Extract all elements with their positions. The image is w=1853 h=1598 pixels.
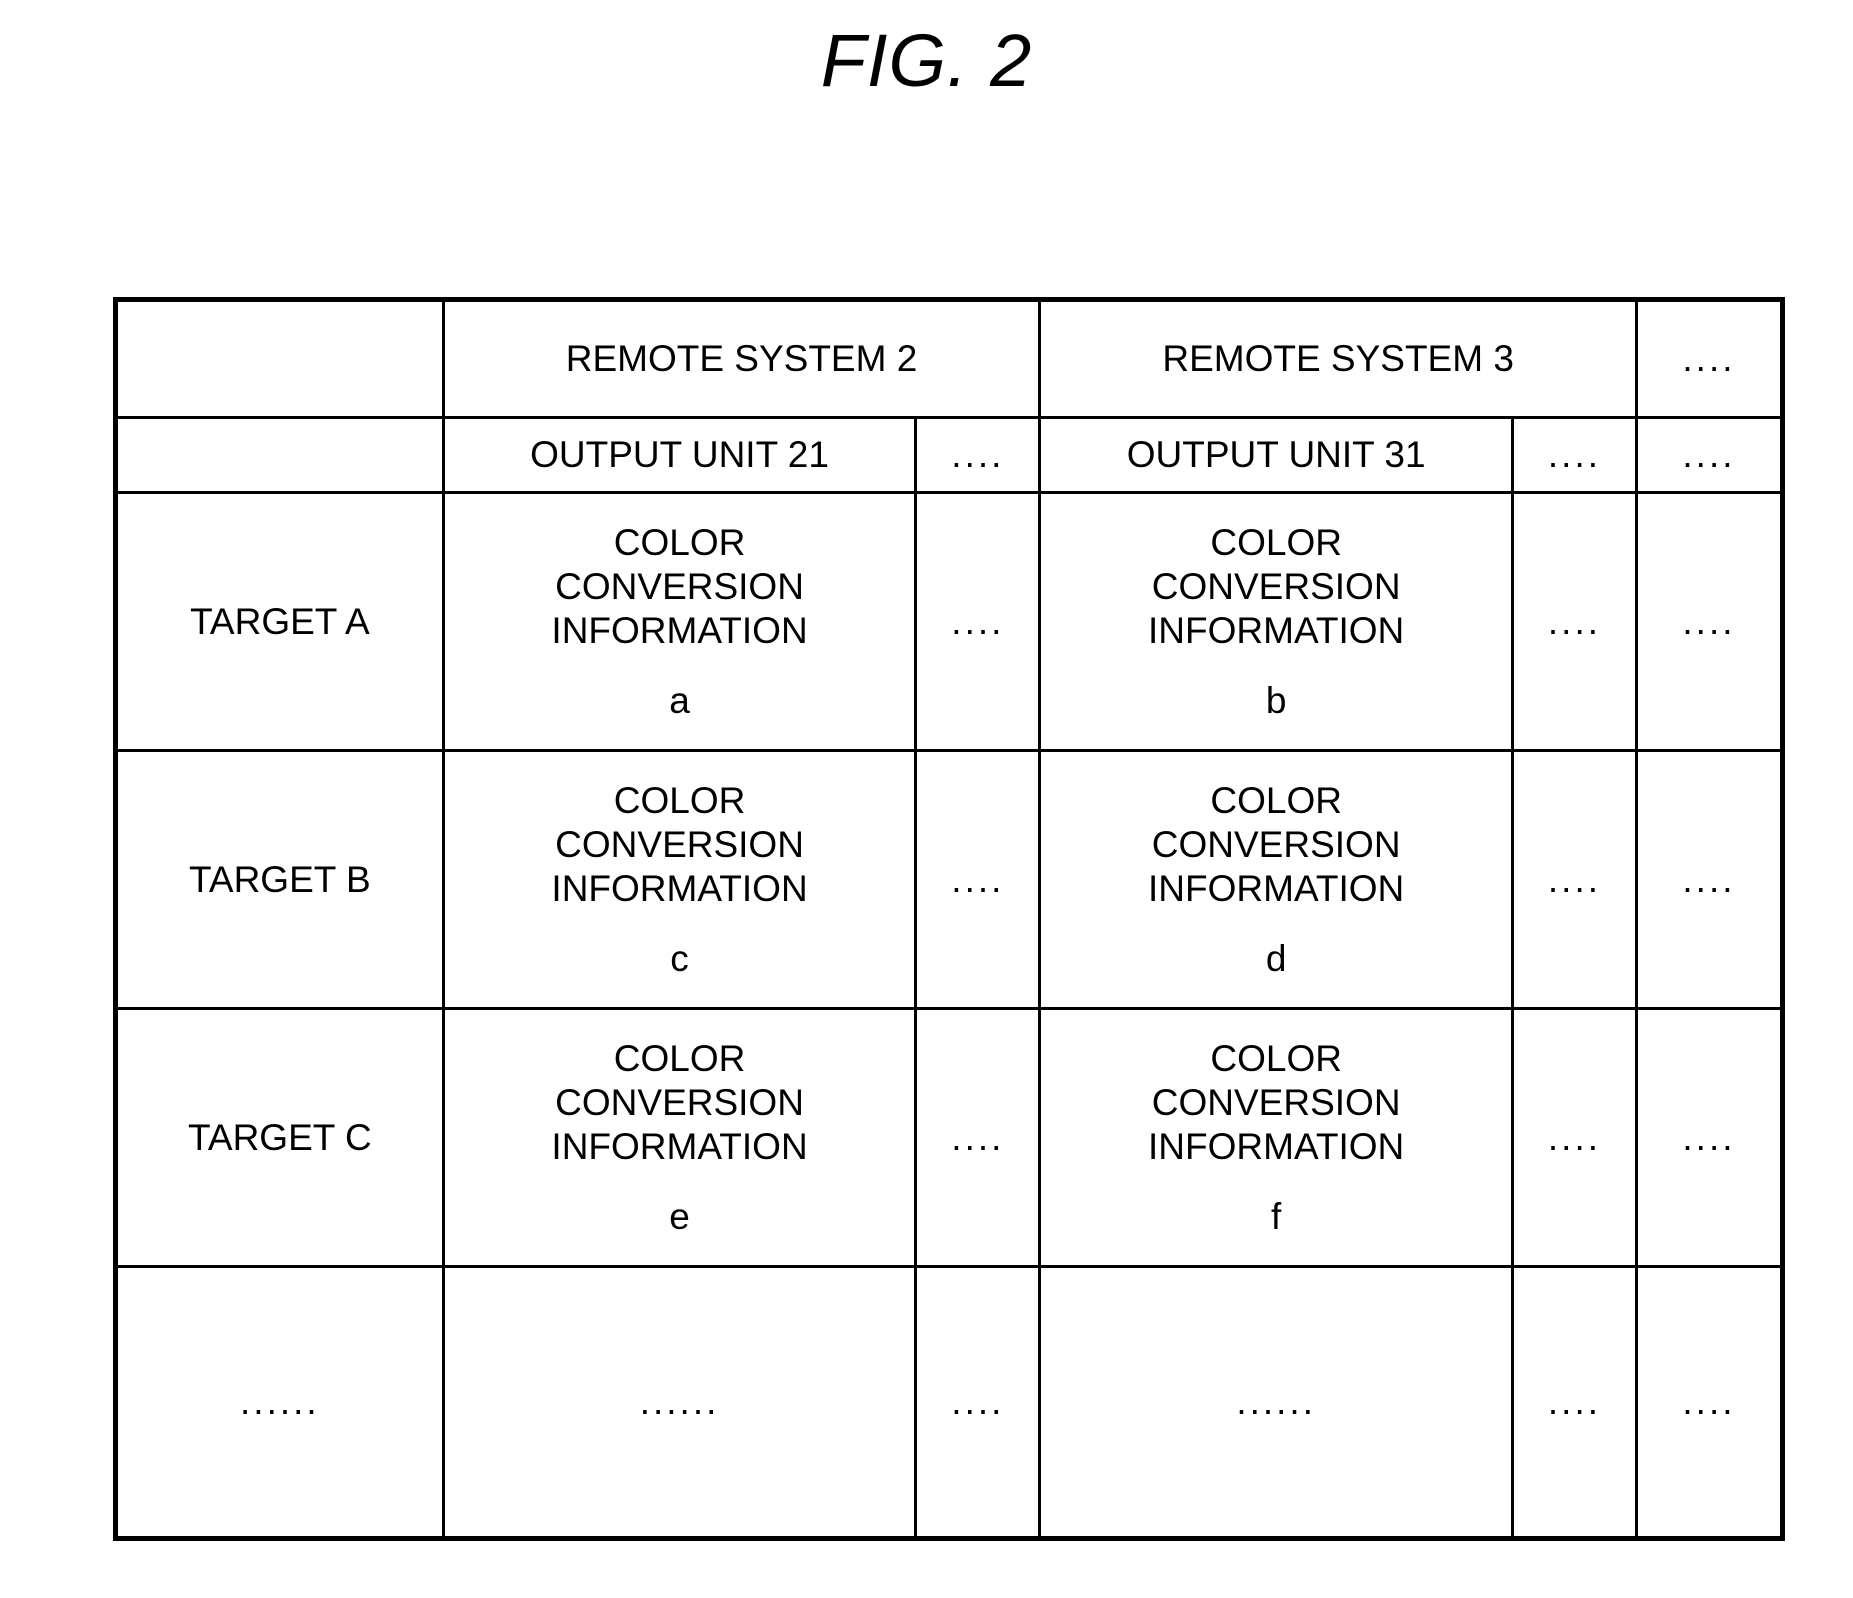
cell-text: COLOR CONVERSION INFORMATION (1148, 1037, 1405, 1167)
header-remote-system-3: REMOTE SYSTEM 3 (1038, 298, 1638, 419)
row-label-target-b: TARGET B (114, 749, 445, 1010)
cell-text: COLOR CONVERSION INFORMATION (1148, 521, 1405, 651)
figure-title: FIG. 2 (820, 19, 1033, 102)
header-systems-ellipsis: .... (1634, 298, 1785, 419)
cell-suffix: c (670, 937, 689, 979)
cell-color-conversion-info-e: COLOR CONVERSION INFORMATION e (441, 1007, 918, 1268)
row-c-ellipsis-3: .... (1634, 1007, 1785, 1268)
row-a-ellipsis-3: .... (1634, 491, 1785, 752)
tail-label-ellipsis: ...... (114, 1265, 445, 1540)
cell-text: COLOR CONVERSION INFORMATION (1148, 779, 1405, 909)
header-unit-ellipsis-3: .... (1634, 416, 1785, 494)
tail-ellipsis-2: .... (1511, 1265, 1638, 1540)
cell-text: COLOR CONVERSION INFORMATION (551, 521, 808, 651)
corner-blank-cell (114, 298, 445, 419)
tail-cell-ellipsis-1: ...... (441, 1265, 918, 1540)
cell-suffix: f (1271, 1195, 1282, 1237)
header-output-unit-31: OUTPUT UNIT 31 (1038, 416, 1514, 494)
cell-color-conversion-info-c: COLOR CONVERSION INFORMATION c (441, 749, 918, 1010)
cell-color-conversion-info-b: COLOR CONVERSION INFORMATION b (1038, 491, 1514, 752)
cell-text: COLOR CONVERSION INFORMATION (551, 779, 808, 909)
row-c-ellipsis-2: .... (1511, 1007, 1638, 1268)
header-remote-system-2: REMOTE SYSTEM 2 (441, 298, 1042, 419)
row-b-ellipsis-2: .... (1511, 749, 1638, 1010)
row-b-ellipsis-3: .... (1634, 749, 1785, 1010)
cell-suffix: d (1265, 937, 1287, 979)
tail-ellipsis-3: .... (1634, 1265, 1785, 1540)
header-unit-ellipsis-2: .... (1511, 416, 1638, 494)
row-a-ellipsis-1: .... (914, 491, 1042, 752)
table-row: TARGET B COLOR CONVERSION INFORMATION c … (114, 749, 1785, 1010)
header-unit-ellipsis-1: .... (914, 416, 1042, 494)
table-header-row-systems: REMOTE SYSTEM 2 REMOTE SYSTEM 3 .... (114, 298, 1785, 419)
row-c-ellipsis-1: .... (914, 1007, 1042, 1268)
row-b-ellipsis-1: .... (914, 749, 1042, 1010)
corner-blank-cell-2 (114, 416, 445, 494)
color-conversion-table-container: REMOTE SYSTEM 2 REMOTE SYSTEM 3 .... OUT… (113, 297, 1785, 1541)
color-conversion-table: REMOTE SYSTEM 2 REMOTE SYSTEM 3 .... OUT… (113, 297, 1785, 1541)
tail-cell-ellipsis-2: ...... (1038, 1265, 1514, 1540)
table-row-continuation: ...... ...... .... ...... .... .... (114, 1265, 1785, 1540)
tail-ellipsis-1: .... (914, 1265, 1042, 1540)
row-label-target-a: TARGET A (114, 491, 445, 752)
table-row: TARGET C COLOR CONVERSION INFORMATION e … (114, 1007, 1785, 1268)
cell-suffix: a (669, 679, 690, 721)
cell-color-conversion-info-a: COLOR CONVERSION INFORMATION a (441, 491, 918, 752)
cell-color-conversion-info-d: COLOR CONVERSION INFORMATION d (1038, 749, 1514, 1010)
cell-text: COLOR CONVERSION INFORMATION (551, 1037, 808, 1167)
cell-color-conversion-info-f: COLOR CONVERSION INFORMATION f (1038, 1007, 1514, 1268)
row-label-target-c: TARGET C (114, 1007, 445, 1268)
table-header-row-units: OUTPUT UNIT 21 .... OUTPUT UNIT 31 .... … (114, 416, 1785, 494)
cell-suffix: b (1265, 679, 1287, 721)
cell-suffix: e (669, 1195, 690, 1237)
row-a-ellipsis-2: .... (1511, 491, 1638, 752)
table-row: TARGET A COLOR CONVERSION INFORMATION a … (114, 491, 1785, 752)
header-output-unit-21: OUTPUT UNIT 21 (441, 416, 918, 494)
